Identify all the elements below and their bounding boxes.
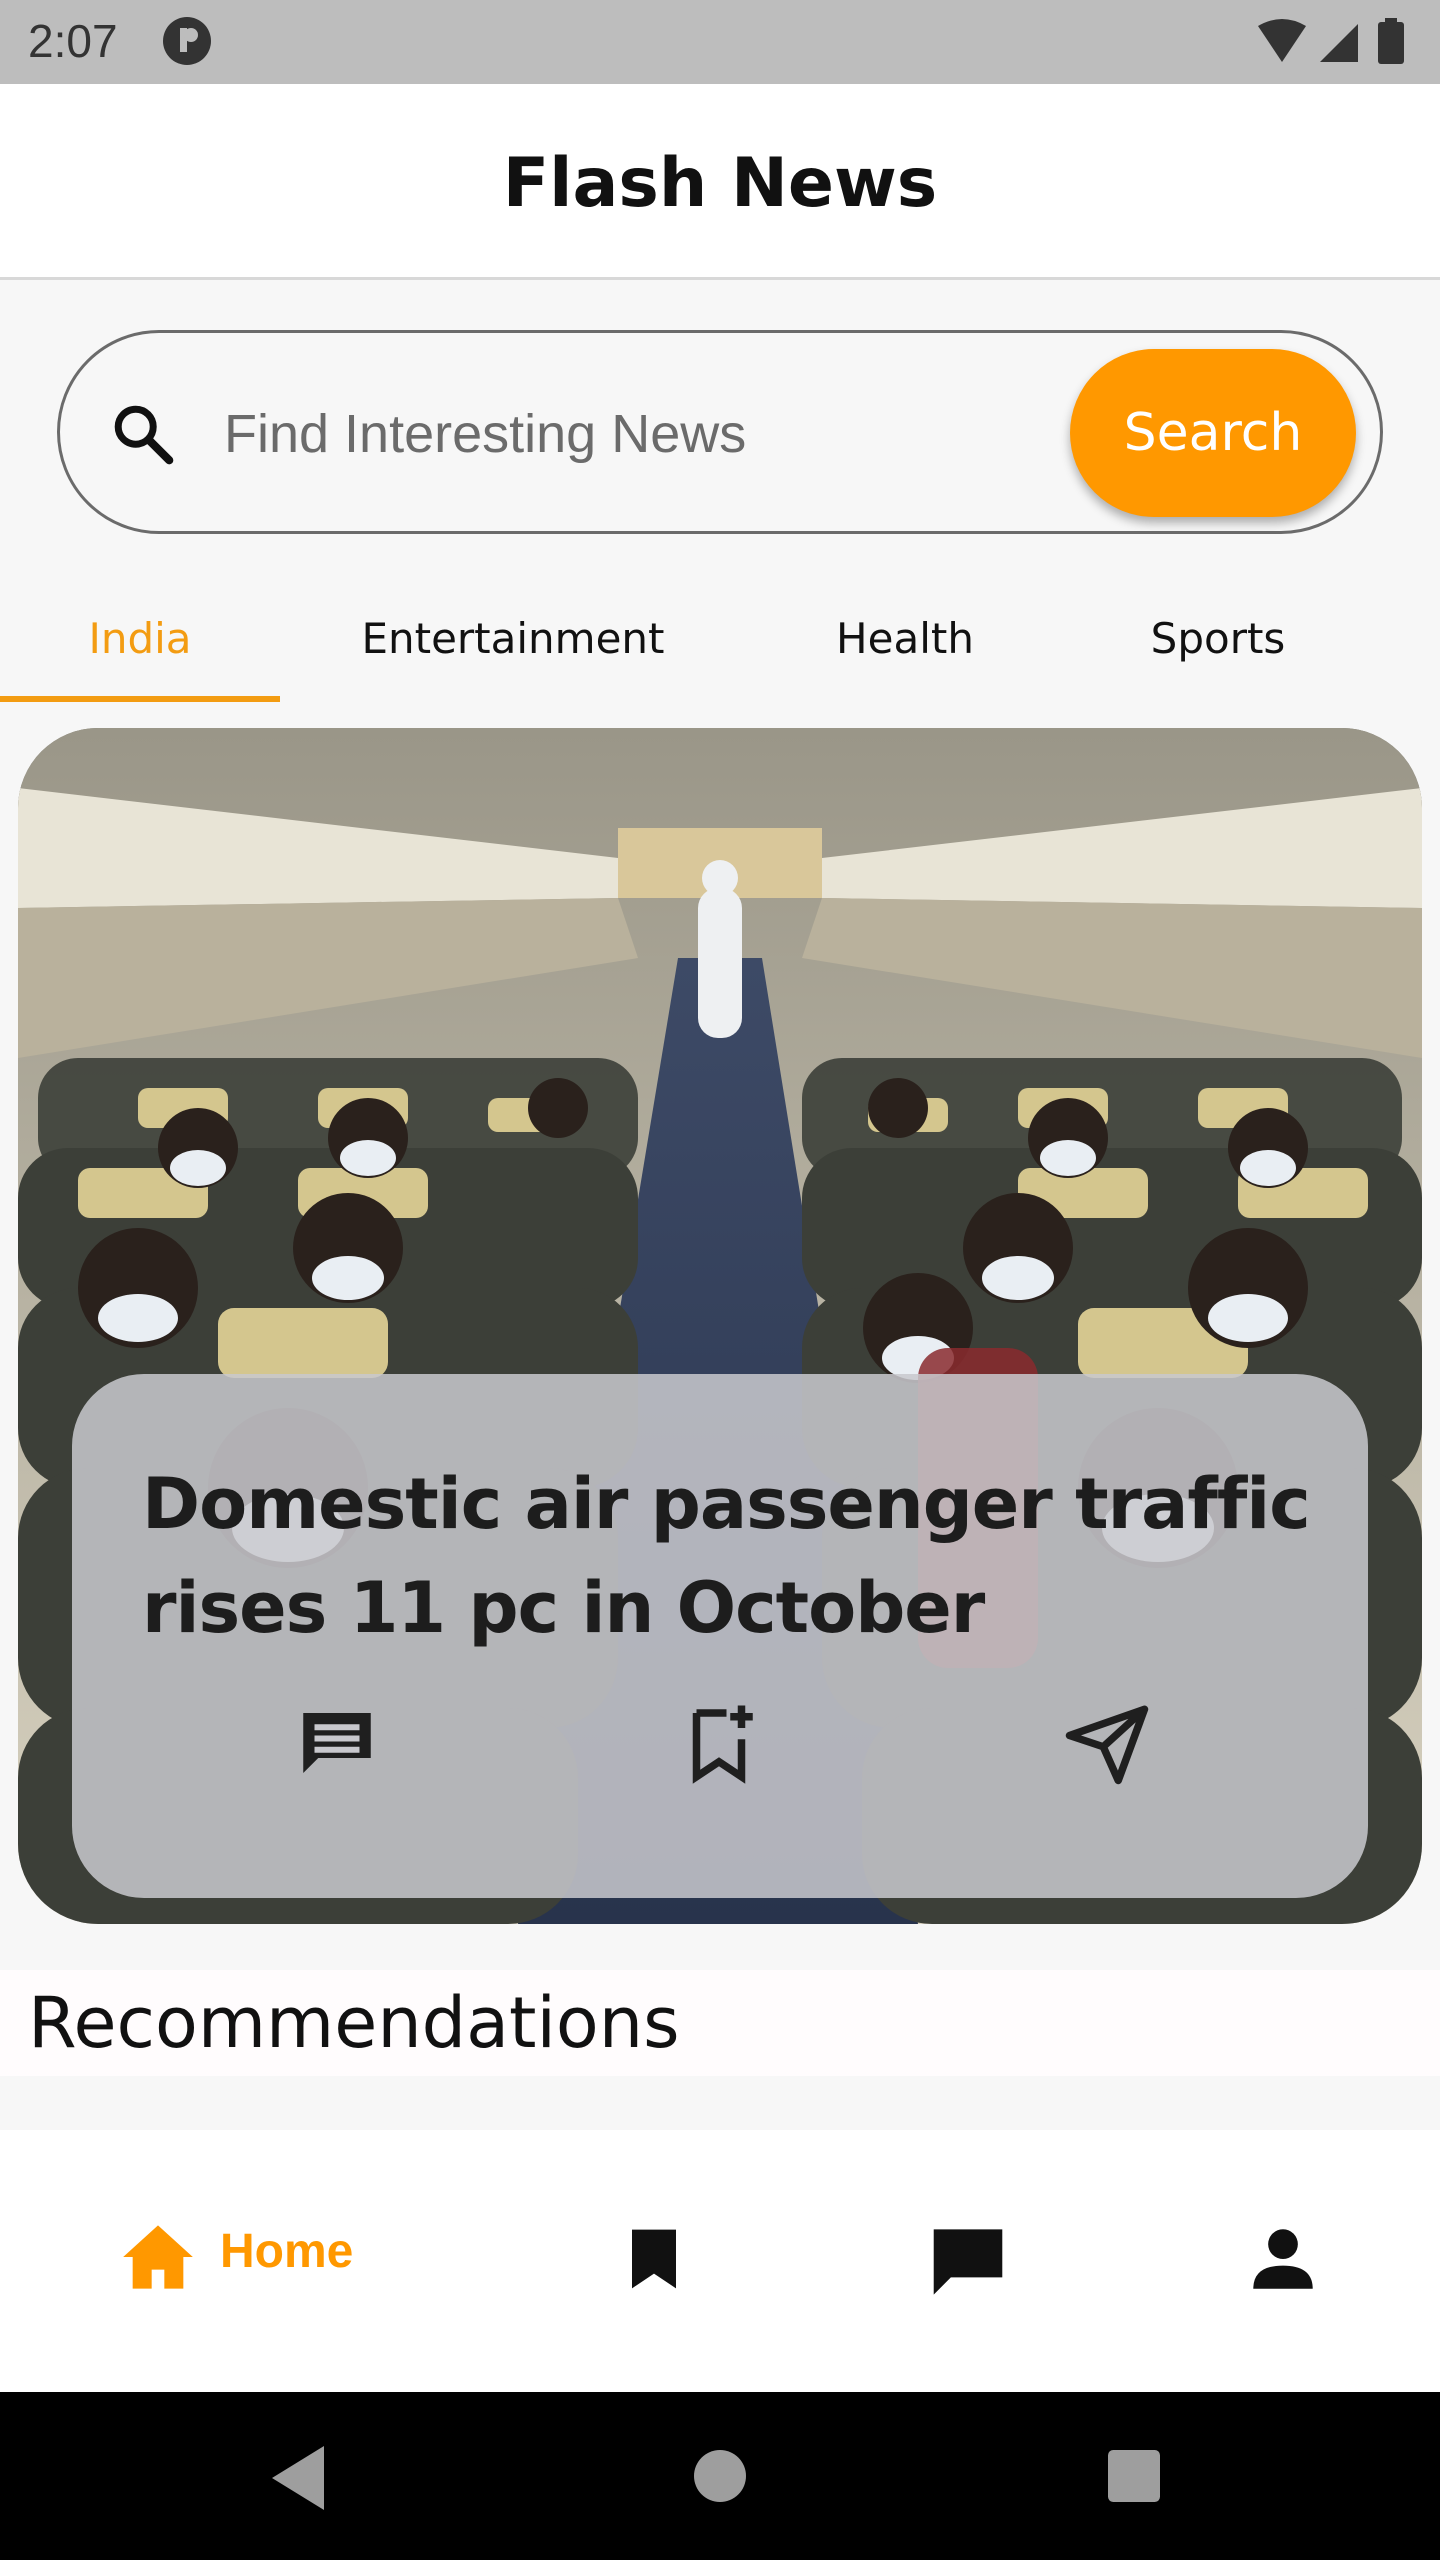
status-time: 2:07 xyxy=(28,15,118,67)
nav-home[interactable]: Home xyxy=(100,2130,400,2392)
battery-icon xyxy=(1378,22,1404,64)
share-send-icon[interactable] xyxy=(1062,1698,1152,1788)
status-bar: 2:07 xyxy=(0,0,1440,84)
bottom-navigation: Home xyxy=(0,2130,1440,2392)
bookmark-icon xyxy=(626,2226,682,2297)
recommendations-title: Recommendations xyxy=(28,1982,680,2064)
active-tab-indicator xyxy=(0,696,280,702)
home-circle-icon[interactable] xyxy=(694,2450,746,2507)
app-notification-icon xyxy=(162,16,212,71)
tab-entertainment[interactable]: Entertainment xyxy=(330,590,696,706)
person-icon xyxy=(1250,2226,1316,2297)
recents-icon[interactable] xyxy=(1108,2450,1160,2507)
recommendations-section: Recommendations xyxy=(0,1970,1440,2076)
search-button[interactable]: Search xyxy=(1070,349,1356,517)
headline-overlay: Domestic air passenger traffic rises 11 … xyxy=(72,1374,1368,1898)
nav-messages[interactable] xyxy=(920,2130,1040,2392)
nav-profile[interactable] xyxy=(1230,2130,1340,2392)
status-indicators xyxy=(1254,18,1414,71)
comment-icon[interactable] xyxy=(292,1698,382,1788)
tab-health[interactable]: Health xyxy=(780,590,1030,706)
search-bar: Search xyxy=(57,330,1383,534)
back-icon[interactable] xyxy=(272,2446,328,2515)
search-input[interactable] xyxy=(224,389,1044,479)
nav-bookmarks[interactable] xyxy=(600,2130,710,2392)
chat-icon xyxy=(930,2226,1006,2303)
tab-sports[interactable]: Sports xyxy=(1100,590,1336,706)
system-navigation-bar xyxy=(0,2392,1440,2560)
cellular-signal-icon xyxy=(1320,24,1358,62)
news-headline[interactable]: Domestic air passenger traffic rises 11 … xyxy=(142,1452,1322,1660)
tab-india[interactable]: India xyxy=(0,590,280,706)
home-icon xyxy=(120,2222,196,2297)
nav-home-label: Home xyxy=(220,2225,354,2278)
featured-news-card[interactable]: Domestic air passenger traffic rises 11 … xyxy=(18,728,1422,1924)
bookmark-add-icon[interactable] xyxy=(674,1698,764,1788)
app-title: Flash News xyxy=(502,144,938,223)
app-header: Flash News xyxy=(0,84,1440,280)
search-icon xyxy=(108,399,178,474)
category-tabs: India Entertainment Health Sports xyxy=(0,590,1440,706)
wifi-icon xyxy=(1258,19,1306,62)
